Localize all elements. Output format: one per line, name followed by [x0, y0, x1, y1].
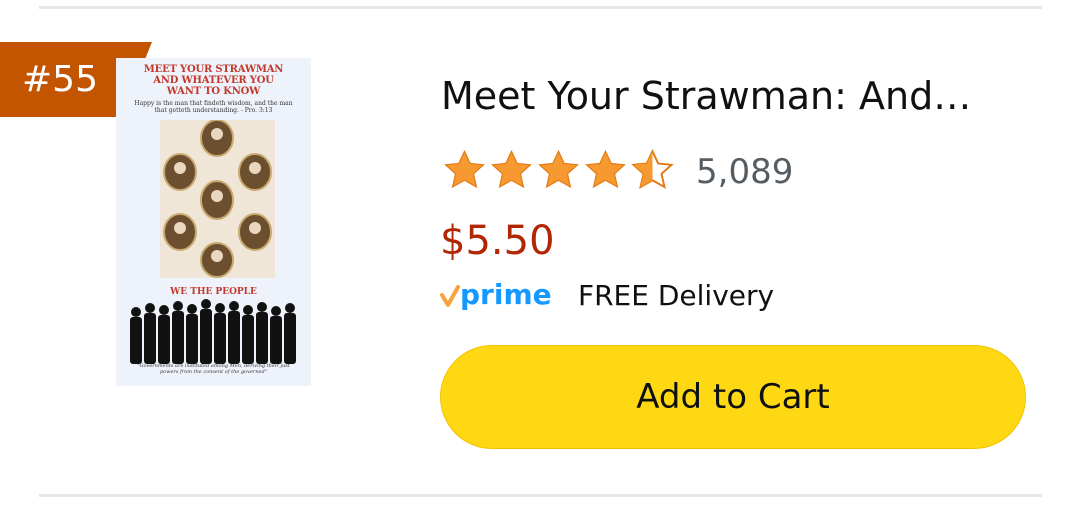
- top-divider: [39, 6, 1042, 9]
- star-icon: [538, 149, 579, 189]
- product-title[interactable]: Meet Your Strawman: And…: [441, 74, 971, 118]
- cover-portraits-illustration: [160, 120, 275, 278]
- svg-text:prime: prime: [460, 281, 552, 311]
- price: $5.50: [440, 218, 555, 264]
- star-rating[interactable]: [441, 147, 676, 195]
- cover-title: MEET YOUR STRAWMAN AND WHATEVER YOU WANT…: [143, 64, 284, 97]
- product-image[interactable]: MEET YOUR STRAWMAN AND WHATEVER YOU WANT…: [116, 58, 311, 386]
- star-icon: [444, 149, 485, 189]
- cover-quote: "Governments are instituted among Men, d…: [137, 363, 290, 375]
- star-icon: [491, 149, 532, 189]
- cover-verse: Happy is the man that findeth wisdom, an…: [134, 100, 293, 114]
- cover-people-label: WE THE PEOPLE: [170, 287, 257, 297]
- add-to-cart-button[interactable]: Add to Cart: [440, 345, 1026, 449]
- rating-count[interactable]: 5,089: [696, 152, 793, 192]
- star-icon: [585, 149, 626, 189]
- delivery-info: FREE Delivery: [578, 279, 775, 312]
- prime-logo: prime: [440, 281, 552, 311]
- rank-label: #55: [22, 59, 98, 100]
- cover-silhouettes-illustration: [130, 299, 296, 364]
- bottom-divider: [39, 494, 1042, 497]
- star-half-icon: [631, 148, 674, 189]
